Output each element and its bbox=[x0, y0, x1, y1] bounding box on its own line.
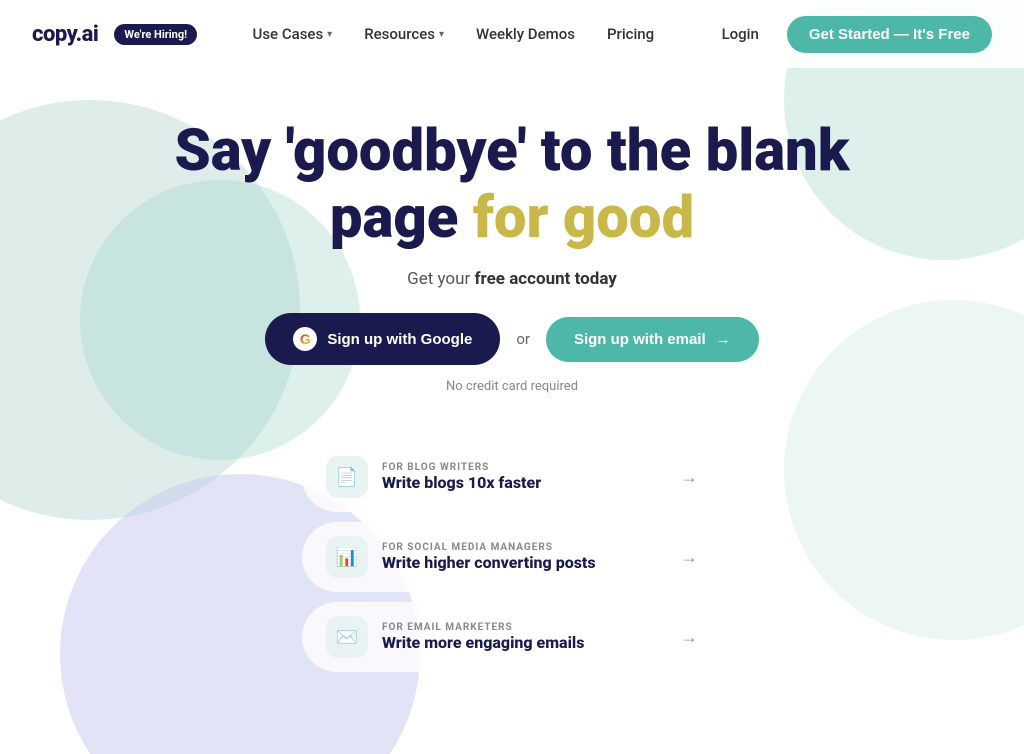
hiring-badge[interactable]: We're Hiring! bbox=[114, 24, 197, 45]
hero-subtitle-prefix: Get your bbox=[407, 269, 474, 289]
nav-label-use-cases: Use Cases bbox=[253, 25, 324, 43]
hero-title-line2: page bbox=[330, 184, 473, 252]
feature-arrow-icon-1: → bbox=[680, 547, 698, 568]
feature-icon-wrap-0: 📄 bbox=[326, 456, 368, 498]
chevron-down-icon: ▾ bbox=[439, 29, 444, 40]
feature-label-1: FOR SOCIAL MEDIA MANAGERS bbox=[382, 542, 666, 553]
nav-center: Use Cases ▾ Resources ▾ Weekly Demos Pri… bbox=[241, 17, 667, 51]
or-text: or bbox=[516, 330, 530, 348]
feature-arrow-icon-0: → bbox=[680, 467, 698, 488]
get-started-button[interactable]: Get Started — It's Free bbox=[787, 16, 992, 53]
login-button[interactable]: Login bbox=[710, 17, 771, 51]
feature-card-2[interactable]: ✉️ FOR EMAIL MARKETERS Write more engagi… bbox=[302, 602, 722, 672]
feature-icon-wrap-2: ✉️ bbox=[326, 616, 368, 658]
feature-label-2: FOR EMAIL MARKETERS bbox=[382, 622, 666, 633]
hero-title: Say 'goodbye' to the blank page for good bbox=[162, 118, 862, 251]
nav-right: Login Get Started — It's Free bbox=[710, 16, 992, 53]
nav-item-pricing[interactable]: Pricing bbox=[595, 17, 666, 51]
google-icon: G bbox=[293, 327, 317, 351]
nav-item-use-cases[interactable]: Use Cases ▾ bbox=[241, 17, 345, 51]
feature-icon-1: 📊 bbox=[336, 547, 358, 568]
feature-icon-2: ✉️ bbox=[336, 627, 358, 648]
hero-subtitle-bold: free account today bbox=[474, 269, 616, 289]
feature-card-1[interactable]: 📊 FOR SOCIAL MEDIA MANAGERS Write higher… bbox=[302, 522, 722, 592]
google-signup-label: Sign up with Google bbox=[327, 331, 472, 348]
feature-label-0: FOR BLOG WRITERS bbox=[382, 462, 666, 473]
arrow-right-icon: → bbox=[716, 331, 731, 348]
nav-item-weekly-demos[interactable]: Weekly Demos bbox=[464, 17, 587, 51]
feature-icon-wrap-1: 📊 bbox=[326, 536, 368, 578]
feature-text-0: FOR BLOG WRITERS Write blogs 10x faster bbox=[382, 462, 666, 492]
nav-label-pricing: Pricing bbox=[607, 25, 654, 43]
feature-arrow-icon-2: → bbox=[680, 627, 698, 648]
google-signup-button[interactable]: G Sign up with Google bbox=[265, 313, 500, 365]
email-signup-label: Sign up with email bbox=[574, 331, 706, 348]
email-signup-button[interactable]: Sign up with email → bbox=[546, 317, 759, 362]
feature-card-0[interactable]: 📄 FOR BLOG WRITERS Write blogs 10x faste… bbox=[302, 442, 722, 512]
feature-icon-0: 📄 bbox=[336, 467, 358, 488]
hero-title-highlight: for good bbox=[473, 184, 694, 252]
feature-text-2: FOR EMAIL MARKETERS Write more engaging … bbox=[382, 622, 666, 652]
feature-title-1: Write higher converting posts bbox=[382, 553, 666, 572]
nav-label-weekly-demos: Weekly Demos bbox=[476, 25, 575, 43]
feature-title-0: Write blogs 10x faster bbox=[382, 473, 666, 492]
no-credit-text: No credit card required bbox=[20, 379, 1004, 394]
hero-section: Say 'goodbye' to the blank page for good… bbox=[0, 68, 1024, 414]
hero-subtitle: Get your free account today bbox=[20, 269, 1004, 289]
nav-label-resources: Resources bbox=[364, 25, 435, 43]
logo[interactable]: copy.ai bbox=[32, 22, 98, 47]
cta-row: G Sign up with Google or Sign up with em… bbox=[20, 313, 1004, 365]
header: copy.ai We're Hiring! Use Cases ▾ Resour… bbox=[0, 0, 1024, 68]
features-section: 📄 FOR BLOG WRITERS Write blogs 10x faste… bbox=[0, 442, 1024, 672]
hero-title-line1: Say 'goodbye' to the blank bbox=[174, 117, 849, 185]
nav-left: copy.ai We're Hiring! bbox=[32, 22, 197, 47]
google-g-letter: G bbox=[300, 331, 311, 347]
chevron-down-icon: ▾ bbox=[327, 29, 332, 40]
nav-item-resources[interactable]: Resources ▾ bbox=[352, 17, 456, 51]
feature-text-1: FOR SOCIAL MEDIA MANAGERS Write higher c… bbox=[382, 542, 666, 572]
feature-title-2: Write more engaging emails bbox=[382, 633, 666, 652]
